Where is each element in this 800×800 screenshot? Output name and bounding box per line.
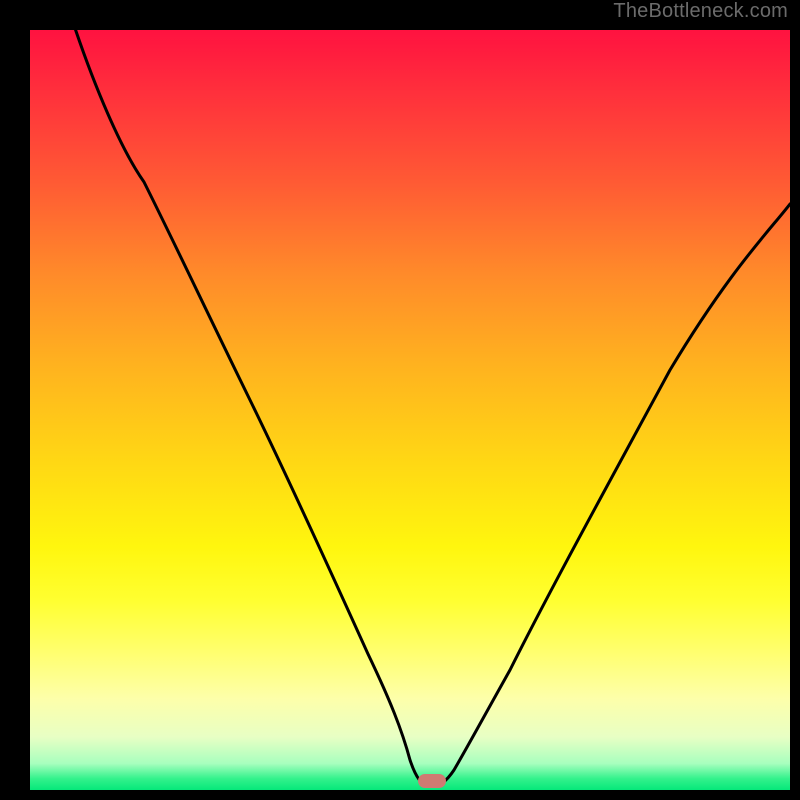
bottleneck-curve (30, 30, 790, 790)
watermark-text: TheBottleneck.com (613, 0, 788, 23)
curve-path (76, 30, 790, 786)
optimal-point-marker (418, 774, 446, 788)
chart-frame (10, 10, 790, 790)
